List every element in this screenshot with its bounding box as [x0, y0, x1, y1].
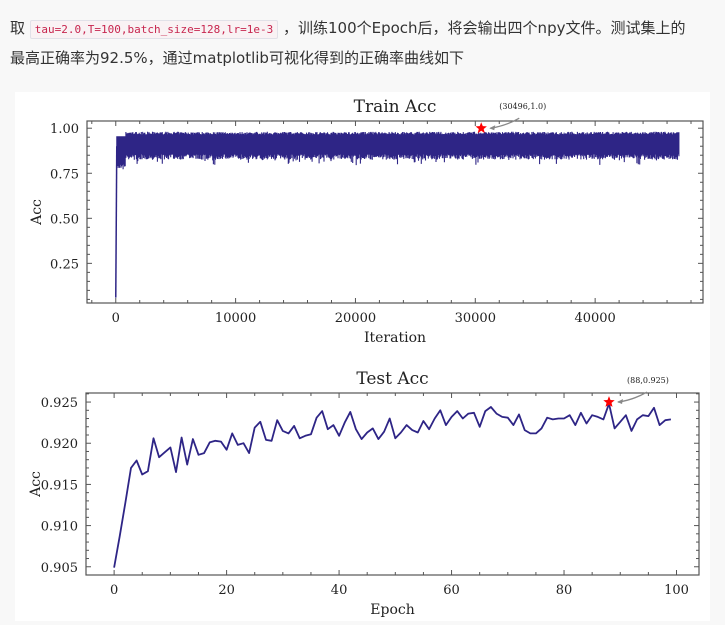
x-tick-label: 40	[331, 583, 348, 598]
y-axis-label: Acc	[29, 199, 45, 226]
x-tick-label: 0	[112, 311, 120, 326]
x-tick-label: 0	[110, 583, 118, 598]
inline-code: tau=2.0,T=100,batch_size=128,lr=1e-3	[29, 20, 279, 39]
test-acc-chart: Test AccEpochAcc0 20 40 60 80 1000.9050.9100.…	[28, 369, 700, 618]
annotation-arrowhead	[617, 399, 624, 405]
y-tick-label: 0.925	[41, 396, 78, 411]
x-tick-label: 60	[443, 583, 460, 598]
plot-frame	[85, 392, 700, 576]
annotation-label: (88,0.925)	[627, 376, 669, 385]
accuracy-figure-svg: Train AccIterationAcc0 10000 20000 30000 400…	[28, 97, 704, 618]
intro-line-1: 取 tau=2.0,T=100,batch_size=128,lr=1e-3 ，…	[10, 14, 715, 44]
x-tick-label: 20000	[335, 311, 376, 326]
intro-paragraph: 取 tau=2.0,T=100,batch_size=128,lr=1e-3 ，…	[10, 14, 715, 72]
y-tick-label: 0.920	[41, 437, 78, 452]
x-axis-label: Epoch	[370, 602, 414, 618]
chart-title: Train Acc	[354, 97, 437, 117]
train-acc-initial-rise	[115, 146, 118, 298]
intro-line1-text: ，训练100个Epoch后，将会输出四个npy文件。测试集上的	[283, 19, 686, 37]
test-acc-series	[113, 402, 672, 568]
y-tick-label: 0.50	[50, 212, 79, 227]
x-tick-label: 10000	[215, 311, 256, 326]
max-point-star-icon	[475, 122, 487, 134]
annotation-label: (30496,1.0)	[499, 102, 546, 111]
chart-title: Test Acc	[356, 369, 428, 389]
x-axis-label: Iteration	[364, 330, 426, 346]
y-tick-label: 1.00	[50, 122, 79, 137]
x-tick-label: 40000	[574, 311, 615, 326]
x-tick-label: 30000	[455, 311, 496, 326]
train-acc-chart: Train Acc Iteration Acc 0 10000 20000 30000 400…	[29, 97, 704, 346]
y-tick-label: 0.915	[41, 478, 78, 493]
y-tick-label: 0.25	[50, 257, 79, 272]
accuracy-figure: Train Acc Iteration Acc 0 10000 20000 30000 400…	[15, 92, 710, 621]
x-tick-label: 80	[556, 583, 573, 598]
intro-line-2: 最高正确率为92.5%，通过matplotlib可视化得到的正确率曲线如下	[10, 49, 464, 67]
train-acc-series	[116, 131, 680, 170]
x-tick-label: 100	[664, 583, 689, 598]
y-tick-label: 0.910	[41, 520, 78, 535]
intro-prefix: 取	[10, 19, 26, 37]
x-tick-label: 20	[218, 583, 235, 598]
y-tick-label: 0.75	[50, 167, 79, 182]
annotation-arrowhead	[489, 125, 496, 131]
y-tick-label: 0.905	[41, 561, 78, 576]
